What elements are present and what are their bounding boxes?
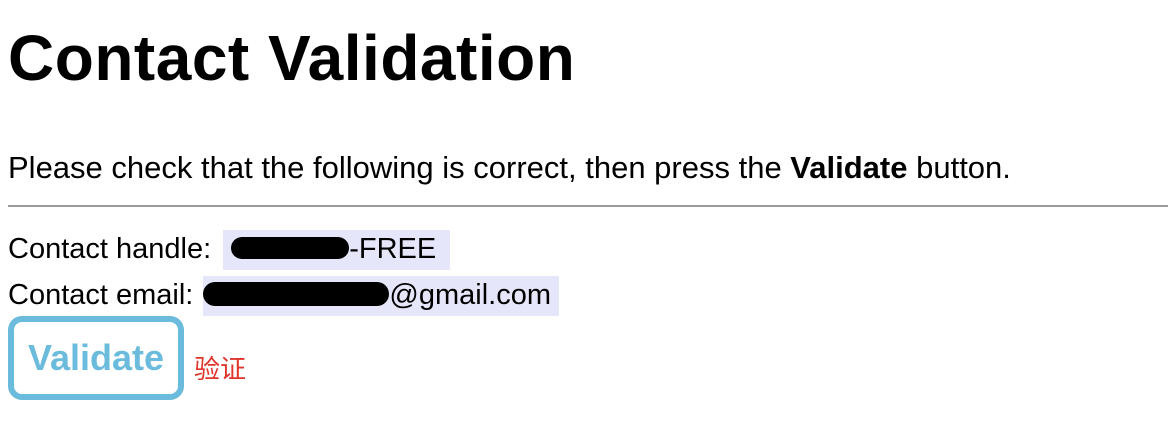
contact-handle-value: -FREE xyxy=(223,230,451,270)
contact-validation-page: Contact Validation Please check that the… xyxy=(0,0,1168,448)
contact-email-value: @gmail.com xyxy=(203,276,560,316)
annotation-label: 验证 xyxy=(194,355,247,385)
validate-action-area: Validate 验证 xyxy=(8,316,246,400)
redaction-mark xyxy=(231,237,350,260)
intro-text-after: button. xyxy=(907,150,1011,185)
contact-handle-row: Contact handle: -FREE xyxy=(8,230,451,270)
contact-email-row: Contact email: @gmail.com xyxy=(8,276,560,316)
intro-text-emphasis: Validate xyxy=(790,150,908,185)
contact-handle-label: Contact handle: xyxy=(8,233,220,265)
redaction-mark xyxy=(203,282,390,307)
divider xyxy=(8,205,1168,207)
contact-handle-suffix: -FREE xyxy=(349,233,437,265)
intro-text: Please check that the following is corre… xyxy=(8,150,1011,186)
intro-text-before: Please check that the following is corre… xyxy=(8,150,791,185)
validate-button[interactable]: Validate xyxy=(8,316,184,400)
contact-email-label: Contact email: xyxy=(8,279,202,311)
contact-email-suffix: @gmail.com xyxy=(389,279,552,311)
page-title: Contact Validation xyxy=(8,22,576,94)
